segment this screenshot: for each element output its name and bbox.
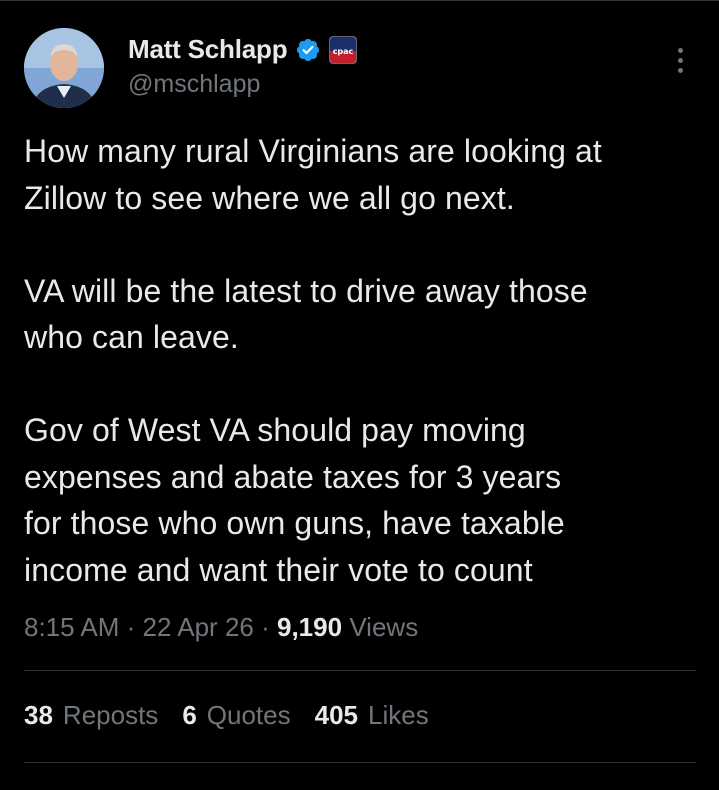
organization-badge-icon[interactable]: cpac <box>329 35 358 64</box>
verified-badge-icon <box>297 38 320 61</box>
meta-separator: · <box>126 612 136 642</box>
meta-separator: · <box>261 612 270 642</box>
more-options-icon[interactable] <box>668 48 692 80</box>
avatar[interactable] <box>24 28 104 108</box>
quotes-stat[interactable]: 6 Quotes <box>182 700 290 731</box>
tweet-date[interactable]: 22 Apr 26 <box>143 612 254 642</box>
quotes-count: 6 <box>182 700 197 730</box>
svg-text:cpac: cpac <box>333 47 354 56</box>
author-display-name[interactable]: Matt Schlapp <box>128 34 288 65</box>
views-count: 9,190 <box>277 612 343 642</box>
reposts-count: 38 <box>24 700 53 730</box>
reposts-label: Reposts <box>62 700 159 730</box>
avatar-image <box>24 28 104 108</box>
likes-count: 405 <box>314 700 358 730</box>
quotes-label: Quotes <box>206 700 291 730</box>
tweet-meta: 8:15 AM · 22 Apr 26 · 9,190 Views <box>24 612 418 643</box>
likes-stat[interactable]: 405 Likes <box>315 700 429 731</box>
author-name-row: Matt Schlapp cpac <box>128 34 358 65</box>
tweet-time[interactable]: 8:15 AM <box>24 612 119 642</box>
top-border <box>0 0 719 1</box>
reposts-stat[interactable]: 38 Reposts <box>24 700 158 731</box>
engagement-stats: 38 Reposts 6 Quotes 405 Likes <box>24 700 429 731</box>
cpac-logo-icon: cpac <box>330 36 357 63</box>
likes-label: Likes <box>368 700 429 730</box>
author-handle[interactable]: @mschlapp <box>128 70 260 99</box>
tweet-text: How many rural Virginians are looking at… <box>24 133 602 588</box>
views-label: Views <box>349 612 419 642</box>
divider <box>24 762 696 763</box>
divider <box>24 670 696 671</box>
